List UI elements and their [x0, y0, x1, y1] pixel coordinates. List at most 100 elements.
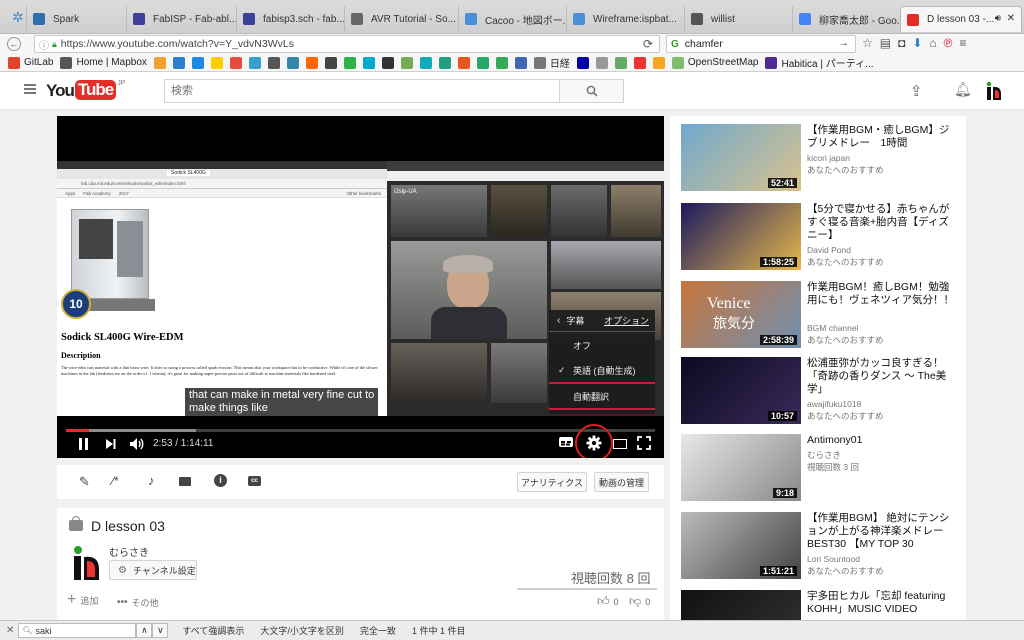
volume-button[interactable]: [129, 437, 145, 451]
back-chevron-icon[interactable]: ‹: [557, 315, 560, 326]
settings-button[interactable]: [575, 424, 613, 458]
browser-tab[interactable]: 柳家喬太郎 - Goo...: [792, 6, 900, 32]
recommendation-channel[interactable]: David Pond: [807, 244, 851, 256]
recommendation-title[interactable]: 松浦亜弥がカッコ良すぎる！「奇跡の香りダンス 〜 The美学」: [807, 357, 957, 396]
like-button[interactable]: 👍︎ 0: [597, 594, 619, 609]
menu-icon[interactable]: ≡: [960, 36, 967, 50]
music-note-icon[interactable]: ♪: [148, 473, 155, 488]
video-thumbnail[interactable]: 1:58:25: [681, 203, 801, 270]
bookmark-icon-only[interactable]: [286, 56, 299, 69]
bookmark-icon-only[interactable]: [419, 56, 432, 69]
bookmark-icon-only[interactable]: [495, 56, 508, 69]
settings-menu-item[interactable]: ✓ 英語 (自動生成): [549, 358, 655, 384]
video-thumbnail[interactable]: 9:18: [681, 434, 801, 501]
video-thumbnail[interactable]: 10:57: [681, 357, 801, 424]
find-next-button[interactable]: ∨: [152, 623, 169, 638]
recommendation-channel[interactable]: awajifuku1018: [807, 398, 861, 410]
whole-word-option[interactable]: 完全一致: [360, 624, 396, 637]
bookmark-icon-only[interactable]: [438, 56, 451, 69]
recommendation-title[interactable]: 【作業用BGM・癒しBGM】ジブリメドレー 1時間: [807, 124, 957, 150]
bookmark-item[interactable]: 日経: [533, 55, 570, 70]
bookmark-icon-only[interactable]: [362, 56, 375, 69]
find-prev-button[interactable]: ∧: [136, 623, 153, 638]
recommendation-title[interactable]: 作業用BGM！癒しBGM！勉強用にも！ヴェネツィア気分！！: [807, 281, 957, 307]
home-icon[interactable]: ⌂: [929, 36, 936, 50]
yt-search-input[interactable]: [165, 80, 559, 102]
bookmark-icon-only[interactable]: [172, 56, 185, 69]
bookmark-icon-only[interactable]: [514, 56, 527, 69]
url-field[interactable]: ⓘ 🔒︎ https://www.youtube.com/watch?v=Y_v…: [34, 35, 660, 53]
go-arrow-icon[interactable]: →: [839, 37, 850, 49]
pocket-icon[interactable]: ◘: [898, 36, 905, 50]
browser-tab[interactable]: fabisp3.sch - fab...: [236, 6, 344, 32]
hamburger-icon[interactable]: [24, 84, 36, 94]
video-player[interactable]: Sodick SL400G fab.cba.mit.edu/content/to…: [57, 116, 664, 458]
browser-tab[interactable]: Wireframe:ispbat...: [566, 6, 684, 32]
bookmark-icon-only[interactable]: [267, 56, 280, 69]
back-button[interactable]: ←: [4, 35, 24, 53]
reload-icon[interactable]: ⟳: [643, 37, 653, 51]
bookmark-icon-only[interactable]: [324, 56, 337, 69]
bookmark-item[interactable]: GitLab: [8, 56, 53, 69]
recommendation-channel[interactable]: むらさき: [807, 449, 841, 461]
youtube-logo[interactable]: You Tube JP: [46, 80, 125, 102]
settings-menu-item[interactable]: オフ: [549, 332, 655, 358]
recommendation-item[interactable]: Venice 旅気分 2:58:39 作業用BGM！癒しBGM！勉強用にも！ヴェネツィ…: [681, 281, 967, 351]
channel-settings-button[interactable]: ⚙ チャンネル設定: [109, 560, 197, 580]
play-pause-button[interactable]: [77, 438, 91, 451]
bookmark-icon-only[interactable]: [305, 56, 318, 69]
recommendation-title[interactable]: Antimony01: [807, 434, 957, 447]
bookmark-icon-only[interactable]: [457, 56, 470, 69]
browser-tab[interactable]: Cacoo - 地図ボー...: [458, 6, 566, 32]
dislike-button[interactable]: 👎︎ 0: [629, 594, 650, 609]
download-icon[interactable]: ⬇: [912, 36, 922, 50]
video-thumbnail[interactable]: Venice 旅気分 2:58:39: [681, 281, 801, 348]
magic-wand-icon[interactable]: ⁄*: [112, 474, 119, 488]
bookmark-item[interactable]: Home | Mapbox: [60, 56, 147, 69]
recommendation-title[interactable]: 宇多田ヒカル「忘却 featuring KOHH」MUSIC VIDEO: [807, 590, 957, 616]
recommendation-title[interactable]: 【作業用BGM】 絶対にテンションが上がる神洋楽メドレーBEST30 【MY T…: [807, 512, 957, 551]
bookmark-item[interactable]: OpenStreetMap: [671, 56, 758, 69]
recommendation-channel[interactable]: BGM channel: [807, 322, 859, 334]
card-icon[interactable]: [179, 477, 191, 486]
tab-close-icon[interactable]: ✕: [1007, 13, 1015, 24]
browser-tab[interactable]: AVR Tutorial - So...: [344, 6, 458, 32]
browser-tab[interactable]: willist: [684, 6, 792, 32]
reading-list-icon[interactable]: ▤: [880, 36, 891, 50]
next-button[interactable]: [105, 438, 119, 451]
subtitles-button[interactable]: [559, 437, 573, 449]
browser-tab[interactable]: FabISP - Fab-abl...: [126, 6, 236, 32]
highlight-all-option[interactable]: すべて強調表示: [182, 624, 244, 637]
bookmark-icon-only[interactable]: [248, 56, 261, 69]
tab-audio-icon[interactable]: 🔊︎: [995, 13, 1001, 24]
bookmark-icon-only[interactable]: [191, 56, 204, 69]
bookmark-star-icon[interactable]: ☆: [862, 36, 873, 50]
video-thumbnail[interactable]: 1:51:21: [681, 512, 801, 579]
upload-icon[interactable]: ⇪: [910, 82, 923, 100]
bookmark-icon-only[interactable]: [633, 56, 646, 69]
add-to-button[interactable]: + 追加: [67, 592, 98, 608]
notifications-bell-icon[interactable]: 🔔︎: [954, 81, 972, 98]
browser-tab[interactable]: D lesson 03 -... 🔊︎ ✕: [900, 6, 1022, 32]
find-close-icon[interactable]: ✕: [6, 625, 14, 636]
bookmark-icon-only[interactable]: [614, 56, 627, 69]
recommendation-channel[interactable]: kicori japan: [807, 152, 850, 164]
bookmark-icon-only[interactable]: [210, 56, 223, 69]
pinterest-icon[interactable]: ℗: [944, 36, 953, 50]
more-button[interactable]: ••• その他: [117, 596, 159, 609]
analytics-button[interactable]: アナリティクス: [517, 472, 587, 492]
bookmark-icon-only[interactable]: [476, 56, 489, 69]
recommendation-item[interactable]: 52:41 【作業用BGM・癒しBGM】ジブリメドレー 1時間 kicori jap…: [681, 124, 967, 194]
recommendation-item[interactable]: 1:51:21 【作業用BGM】 絶対にテンションが上がる神洋楽メドレーBEST3…: [681, 512, 967, 582]
search-engine-field[interactable]: G chamfer →: [666, 35, 856, 53]
channel-avatar[interactable]: [71, 545, 101, 581]
theater-mode-button[interactable]: [613, 439, 627, 449]
recommendation-item[interactable]: 9:18 Antimony01 むらさき 視聴回数 3 回: [681, 434, 967, 504]
account-avatar[interactable]: [985, 81, 1003, 101]
info-circle-icon[interactable]: i: [214, 474, 227, 487]
bookmark-item[interactable]: Habitica | パーティ...: [765, 55, 874, 70]
recommendation-channel[interactable]: Lori Sountood: [807, 553, 860, 565]
recommendation-item[interactable]: 1:58:25 【5分で寝かせる】赤ちゃんがすぐ寝る音楽+胎内音【ディズニー】 Da…: [681, 203, 967, 273]
bookmark-icon-only[interactable]: [595, 56, 608, 69]
menu-sidebar-icon[interactable]: ✲: [12, 9, 24, 26]
